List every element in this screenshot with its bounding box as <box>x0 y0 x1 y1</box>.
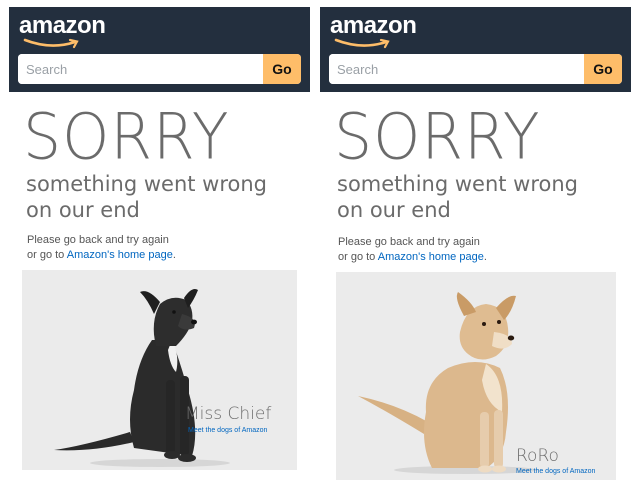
logo-text: amazon <box>19 12 106 39</box>
error-message: Please go back and try again or go to Am… <box>27 233 176 263</box>
message-line2-suffix: . <box>483 251 487 263</box>
home-page-link[interactable]: Amazon's home page <box>67 249 173 261</box>
dog-name: Miss Chief <box>185 404 272 424</box>
error-subtitle-line1: something went wrong <box>337 172 579 196</box>
error-message: Please go back and try again or go to Am… <box>338 235 487 265</box>
message-line2-prefix: or go to <box>338 251 378 263</box>
header: amazon Go <box>9 7 310 92</box>
dog-card[interactable]: RoRo Meet the dogs of Amazon <box>336 272 616 480</box>
message-line2-prefix: or go to <box>27 249 67 261</box>
error-title: SORRY <box>23 100 230 175</box>
search-bar: Go <box>18 54 301 84</box>
error-subtitle-line2: on our end <box>337 198 451 222</box>
amazon-smile-icon <box>334 38 390 49</box>
amazon-smile-icon <box>23 38 79 49</box>
go-button[interactable]: Go <box>584 54 622 84</box>
error-page-panel-left: amazon Go SORRY something went wrong on … <box>9 0 310 490</box>
amazon-logo[interactable]: amazon <box>19 12 129 52</box>
header: amazon Go <box>320 7 631 92</box>
meet-dogs-link[interactable]: Meet the dogs of Amazon <box>188 427 267 434</box>
message-line1: Please go back and try again <box>338 236 480 248</box>
error-subtitle-line2: on our end <box>26 198 140 222</box>
amazon-logo[interactable]: amazon <box>330 12 440 52</box>
logo-text: amazon <box>330 12 417 39</box>
message-line2: or go to Amazon's home page. <box>27 248 176 263</box>
search-input[interactable] <box>329 54 584 84</box>
search-input[interactable] <box>18 54 263 84</box>
meet-dogs-link[interactable]: Meet the dogs of Amazon <box>516 468 595 475</box>
message-line1: Please go back and try again <box>27 234 169 246</box>
message-line2: or go to Amazon's home page. <box>338 250 487 265</box>
dog-name: RoRo <box>516 446 559 466</box>
dog-card[interactable]: Miss Chief Meet the dogs of Amazon <box>22 270 297 470</box>
error-subtitle-line1: something went wrong <box>26 172 268 196</box>
search-bar: Go <box>329 54 622 84</box>
error-title: SORRY <box>334 100 541 175</box>
error-page-panel-right: amazon Go SORRY something went wrong on … <box>320 0 631 490</box>
go-button[interactable]: Go <box>263 54 301 84</box>
dog-illustration <box>54 289 230 467</box>
message-line2-suffix: . <box>172 249 176 261</box>
dog-illustration <box>358 292 538 474</box>
home-page-link[interactable]: Amazon's home page <box>378 251 484 263</box>
